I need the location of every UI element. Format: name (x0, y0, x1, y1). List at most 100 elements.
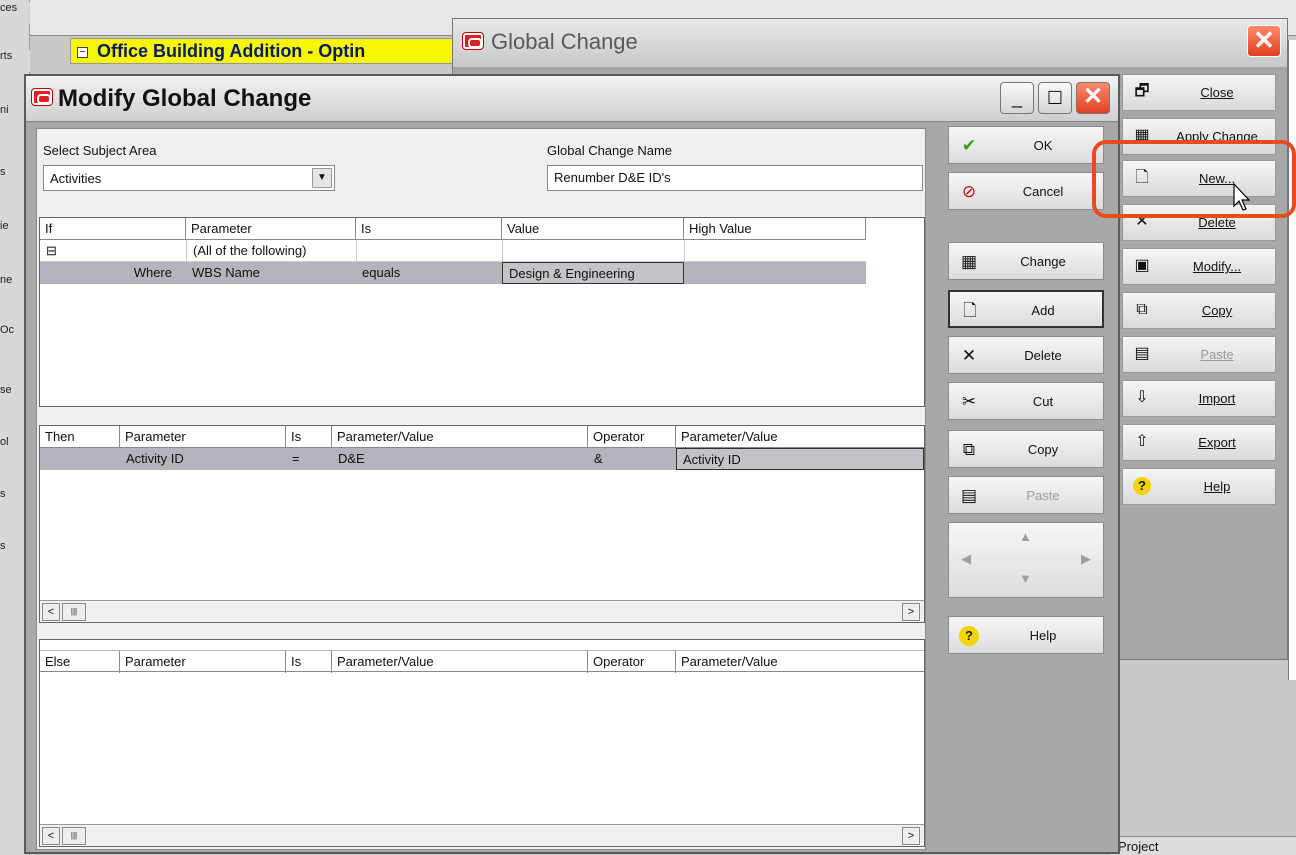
column-header[interactable]: Operator (588, 651, 676, 673)
button-label: Cut (1032, 394, 1054, 409)
move-up-icon[interactable]: ▲ (1019, 529, 1032, 544)
change-button[interactable]: ▦ Change (948, 242, 1104, 280)
parameter-cell[interactable]: Activity ID (120, 448, 286, 470)
global-change-titlebar[interactable]: Global Change ✕ (453, 19, 1287, 67)
highlight-annotation (1092, 140, 1296, 218)
project-title: Office Building Addition - Optin (97, 41, 366, 61)
scroll-right-button[interactable]: > (902, 827, 920, 845)
mouse-cursor-icon (1233, 182, 1251, 211)
where-cell[interactable]: Where (58, 262, 186, 284)
global-change-close-window-button[interactable]: 🗗 Close (1122, 74, 1276, 111)
sidebar-item[interactable]: ces (0, 2, 30, 24)
add-button[interactable]: 🗋 Add (948, 290, 1104, 328)
column-header[interactable]: High Value (684, 218, 866, 240)
parameter-cell[interactable]: WBS Name (186, 262, 356, 284)
global-change-paste-button[interactable]: ▤ Paste (1122, 336, 1276, 373)
oracle-logo-icon (32, 89, 52, 105)
scroll-left-button[interactable]: < (42, 603, 60, 621)
is-cell[interactable]: equals (356, 262, 502, 284)
delete-button[interactable]: ✕ Delete (948, 336, 1104, 374)
scissors-icon: ✂ (961, 392, 977, 411)
column-header[interactable]: Parameter/Value (676, 426, 924, 448)
copy-button[interactable]: ⧉ Copy (948, 430, 1104, 468)
delete-x-icon: ✕ (961, 346, 977, 365)
is-cell[interactable] (356, 240, 502, 262)
chevron-down-icon[interactable]: ▼ (312, 168, 332, 188)
help-button[interactable]: ? Help (948, 616, 1104, 654)
column-header[interactable]: Parameter/Value (332, 651, 588, 673)
help-button-label: Help (1029, 628, 1057, 643)
column-header[interactable]: Is (356, 218, 502, 240)
paste-button[interactable]: ▤ Paste (948, 476, 1104, 514)
parameter-cell[interactable]: (All of the following) (186, 240, 356, 262)
add-document-icon: 🗋 (963, 301, 977, 320)
value-cell[interactable]: D&E (332, 448, 588, 470)
button-label: OK (1033, 138, 1053, 153)
button-label: Modify... (1192, 259, 1242, 274)
table-row[interactable]: Where WBS Name equals Design & Engineeri… (40, 262, 866, 284)
tree-collapse-icon[interactable]: ⊟ (40, 240, 186, 262)
close-window-icon: 🗗 (1134, 83, 1150, 100)
else-horizontal-scrollbar[interactable]: < ||| > (40, 824, 924, 846)
button-label: Import (1198, 391, 1236, 406)
global-change-title: Global Change (491, 29, 638, 54)
close-button[interactable]: ✕ (1076, 82, 1110, 114)
button-label: Copy (1027, 442, 1059, 457)
button-label: Help (1203, 479, 1231, 494)
move-right-icon[interactable]: ▶ (1081, 551, 1091, 567)
global-change-name-input[interactable]: Renumber D&E ID's (547, 165, 923, 191)
table-row[interactable]: ⊟ (All of the following) (40, 240, 866, 262)
project-row[interactable]: − Office Building Addition - Optin (70, 38, 460, 64)
value-cell[interactable]: Design & Engineering (502, 262, 684, 284)
high-value-cell[interactable] (684, 240, 866, 262)
move-down-icon[interactable]: ▼ (1019, 571, 1032, 586)
column-header[interactable]: Else (40, 651, 120, 673)
value-cell[interactable] (502, 240, 684, 262)
value2-cell[interactable]: Activity ID (676, 448, 924, 470)
minimize-button[interactable]: _ (1000, 82, 1034, 114)
sidebar-item[interactable]: rts (0, 50, 30, 72)
scroll-thumb[interactable]: ||| (62, 603, 86, 621)
button-label: Delete (1024, 348, 1062, 363)
export-icon: ⇧ (1135, 433, 1149, 450)
column-header[interactable]: Parameter/Value (676, 651, 924, 673)
column-header[interactable]: Parameter (120, 651, 286, 673)
column-header[interactable]: Parameter (120, 426, 286, 448)
subject-area-select[interactable]: Activities ▼ (43, 165, 335, 191)
change-icon: ▦ (960, 252, 978, 271)
column-header[interactable]: If (40, 218, 186, 240)
status-bar: Project (1110, 836, 1296, 855)
scroll-left-button[interactable]: < (42, 827, 60, 845)
global-change-modify-button[interactable]: ▣ Modify... (1122, 248, 1276, 285)
cancel-button[interactable]: ⊘ Cancel (948, 172, 1104, 210)
global-change-import-button[interactable]: ⇩ Import (1122, 380, 1276, 417)
button-label: Paste (1200, 347, 1234, 362)
column-header[interactable]: Is (286, 651, 332, 673)
global-change-export-button[interactable]: ⇧ Export (1122, 424, 1276, 461)
is-cell[interactable]: = (286, 448, 332, 470)
collapse-icon[interactable]: − (77, 47, 88, 58)
global-change-copy-button[interactable]: ⧉ Copy (1122, 292, 1276, 329)
column-header[interactable]: Then (40, 426, 120, 448)
column-header[interactable]: Parameter/Value (332, 426, 588, 448)
modify-dialog-titlebar[interactable]: Modify Global Change _ ☐ ✕ (26, 76, 1118, 122)
then-cell[interactable] (40, 448, 120, 470)
if-grid: If Parameter Is Value High Value ⊟ (All … (39, 217, 925, 407)
column-header[interactable]: Value (502, 218, 684, 240)
ok-button[interactable]: ✔ OK (948, 126, 1104, 164)
column-header[interactable]: Parameter (186, 218, 356, 240)
column-header[interactable]: Is (286, 426, 332, 448)
table-row[interactable]: Activity ID = D&E & Activity ID (40, 448, 924, 470)
global-change-help-button[interactable]: ? Help (1122, 468, 1276, 505)
modify-dialog-title: Modify Global Change (58, 85, 312, 112)
move-left-icon[interactable]: ◀ (961, 551, 971, 567)
scroll-thumb[interactable]: ||| (62, 827, 86, 845)
maximize-button[interactable]: ☐ (1038, 82, 1072, 114)
operator-cell[interactable]: & (588, 448, 676, 470)
scroll-right-button[interactable]: > (902, 603, 920, 621)
column-header[interactable]: Operator (588, 426, 676, 448)
global-change-close-button[interactable]: ✕ (1247, 25, 1281, 57)
then-horizontal-scrollbar[interactable]: < ||| > (40, 600, 924, 622)
cut-button[interactable]: ✂ Cut (948, 382, 1104, 420)
high-value-cell[interactable] (684, 262, 866, 284)
